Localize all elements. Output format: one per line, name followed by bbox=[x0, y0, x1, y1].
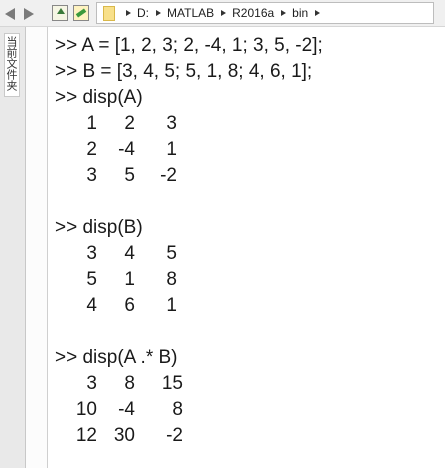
command-line: >> A = [1, 2, 3; 2, -4, 1; 3, 5, -2]; bbox=[55, 35, 323, 56]
breadcrumb-item[interactable]: bin bbox=[292, 6, 308, 20]
breadcrumb-item[interactable]: R2016a bbox=[232, 6, 274, 20]
output-cell: 3 bbox=[86, 373, 97, 394]
output-cell: 3 bbox=[86, 243, 97, 264]
output-cell: 5 bbox=[166, 243, 177, 264]
editor-gutter bbox=[26, 27, 48, 468]
breadcrumb: D: MATLAB R2016a bin bbox=[119, 3, 326, 23]
output-row: 1 2 3 bbox=[55, 111, 323, 137]
sidebar: 当前文件夹 bbox=[0, 27, 26, 468]
output-row: 3 8 15 bbox=[55, 371, 323, 397]
output-row: 12 30 -2 bbox=[55, 423, 323, 449]
output-cell: 10 bbox=[75, 399, 97, 420]
address-bar[interactable]: D: MATLAB R2016a bin bbox=[96, 2, 434, 24]
command-line: >> disp(A .* B) bbox=[55, 347, 178, 368]
output-cell: 2 bbox=[124, 113, 135, 134]
output-cell: 6 bbox=[124, 295, 135, 316]
command-line: >> B = [3, 4, 5; 5, 1, 8; 4, 6, 1]; bbox=[55, 61, 313, 82]
breadcrumb-item[interactable]: D: bbox=[137, 6, 149, 20]
output-row: 4 6 1 bbox=[55, 293, 323, 319]
output-cell: 3 bbox=[166, 113, 177, 134]
output-cell: 8 bbox=[124, 373, 135, 394]
output-cell: 30 bbox=[113, 425, 135, 446]
output-cell: -2 bbox=[160, 165, 177, 186]
output-row: 10 -4 8 bbox=[55, 397, 323, 423]
tab-current-folder-label: 当前文件夹 bbox=[5, 36, 17, 91]
output-cell: 1 bbox=[124, 269, 135, 290]
browse-folder-icon[interactable] bbox=[73, 5, 89, 21]
output-cell: 12 bbox=[75, 425, 97, 446]
output-cell: 1 bbox=[166, 139, 177, 160]
output-cell: -4 bbox=[118, 399, 135, 420]
output-row: 2 -4 1 bbox=[55, 137, 323, 163]
output-cell: 3 bbox=[86, 165, 97, 186]
forward-arrow-icon[interactable] bbox=[24, 8, 34, 20]
command-line: >> disp(B) bbox=[55, 217, 143, 238]
command-line: >> disp(A) bbox=[55, 87, 143, 108]
up-folder-icon[interactable] bbox=[52, 5, 68, 21]
output-cell: 1 bbox=[86, 113, 97, 134]
breadcrumb-separator-icon[interactable] bbox=[281, 10, 287, 16]
output-cell: 8 bbox=[166, 269, 177, 290]
output-cell: 5 bbox=[86, 269, 97, 290]
command-window[interactable]: >> A = [1, 2, 3; 2, -4, 1; 3, 5, -2]; >>… bbox=[55, 33, 323, 449]
output-cell: -2 bbox=[166, 425, 183, 446]
breadcrumb-separator-icon[interactable] bbox=[156, 10, 161, 16]
output-cell: 15 bbox=[161, 373, 183, 394]
output-cell: -4 bbox=[118, 139, 135, 160]
breadcrumb-separator-icon[interactable] bbox=[221, 10, 227, 16]
breadcrumb-separator-icon[interactable] bbox=[315, 10, 321, 16]
breadcrumb-separator-icon[interactable] bbox=[126, 10, 131, 16]
output-cell: 4 bbox=[86, 295, 97, 316]
output-cell: 1 bbox=[166, 295, 177, 316]
output-row: 5 1 8 bbox=[55, 267, 323, 293]
output-cell: 4 bbox=[124, 243, 135, 264]
output-cell: 8 bbox=[172, 399, 183, 420]
breadcrumb-item[interactable]: MATLAB bbox=[167, 6, 214, 20]
back-arrow-icon[interactable] bbox=[5, 8, 15, 20]
folder-icon bbox=[103, 6, 115, 21]
output-row: 3 4 5 bbox=[55, 241, 323, 267]
tab-current-folder[interactable]: 当前文件夹 bbox=[4, 33, 20, 97]
output-row: 3 5 -2 bbox=[55, 163, 323, 189]
output-cell: 5 bbox=[124, 165, 135, 186]
toolbar: D: MATLAB R2016a bin bbox=[0, 0, 445, 27]
output-cell: 2 bbox=[86, 139, 97, 160]
